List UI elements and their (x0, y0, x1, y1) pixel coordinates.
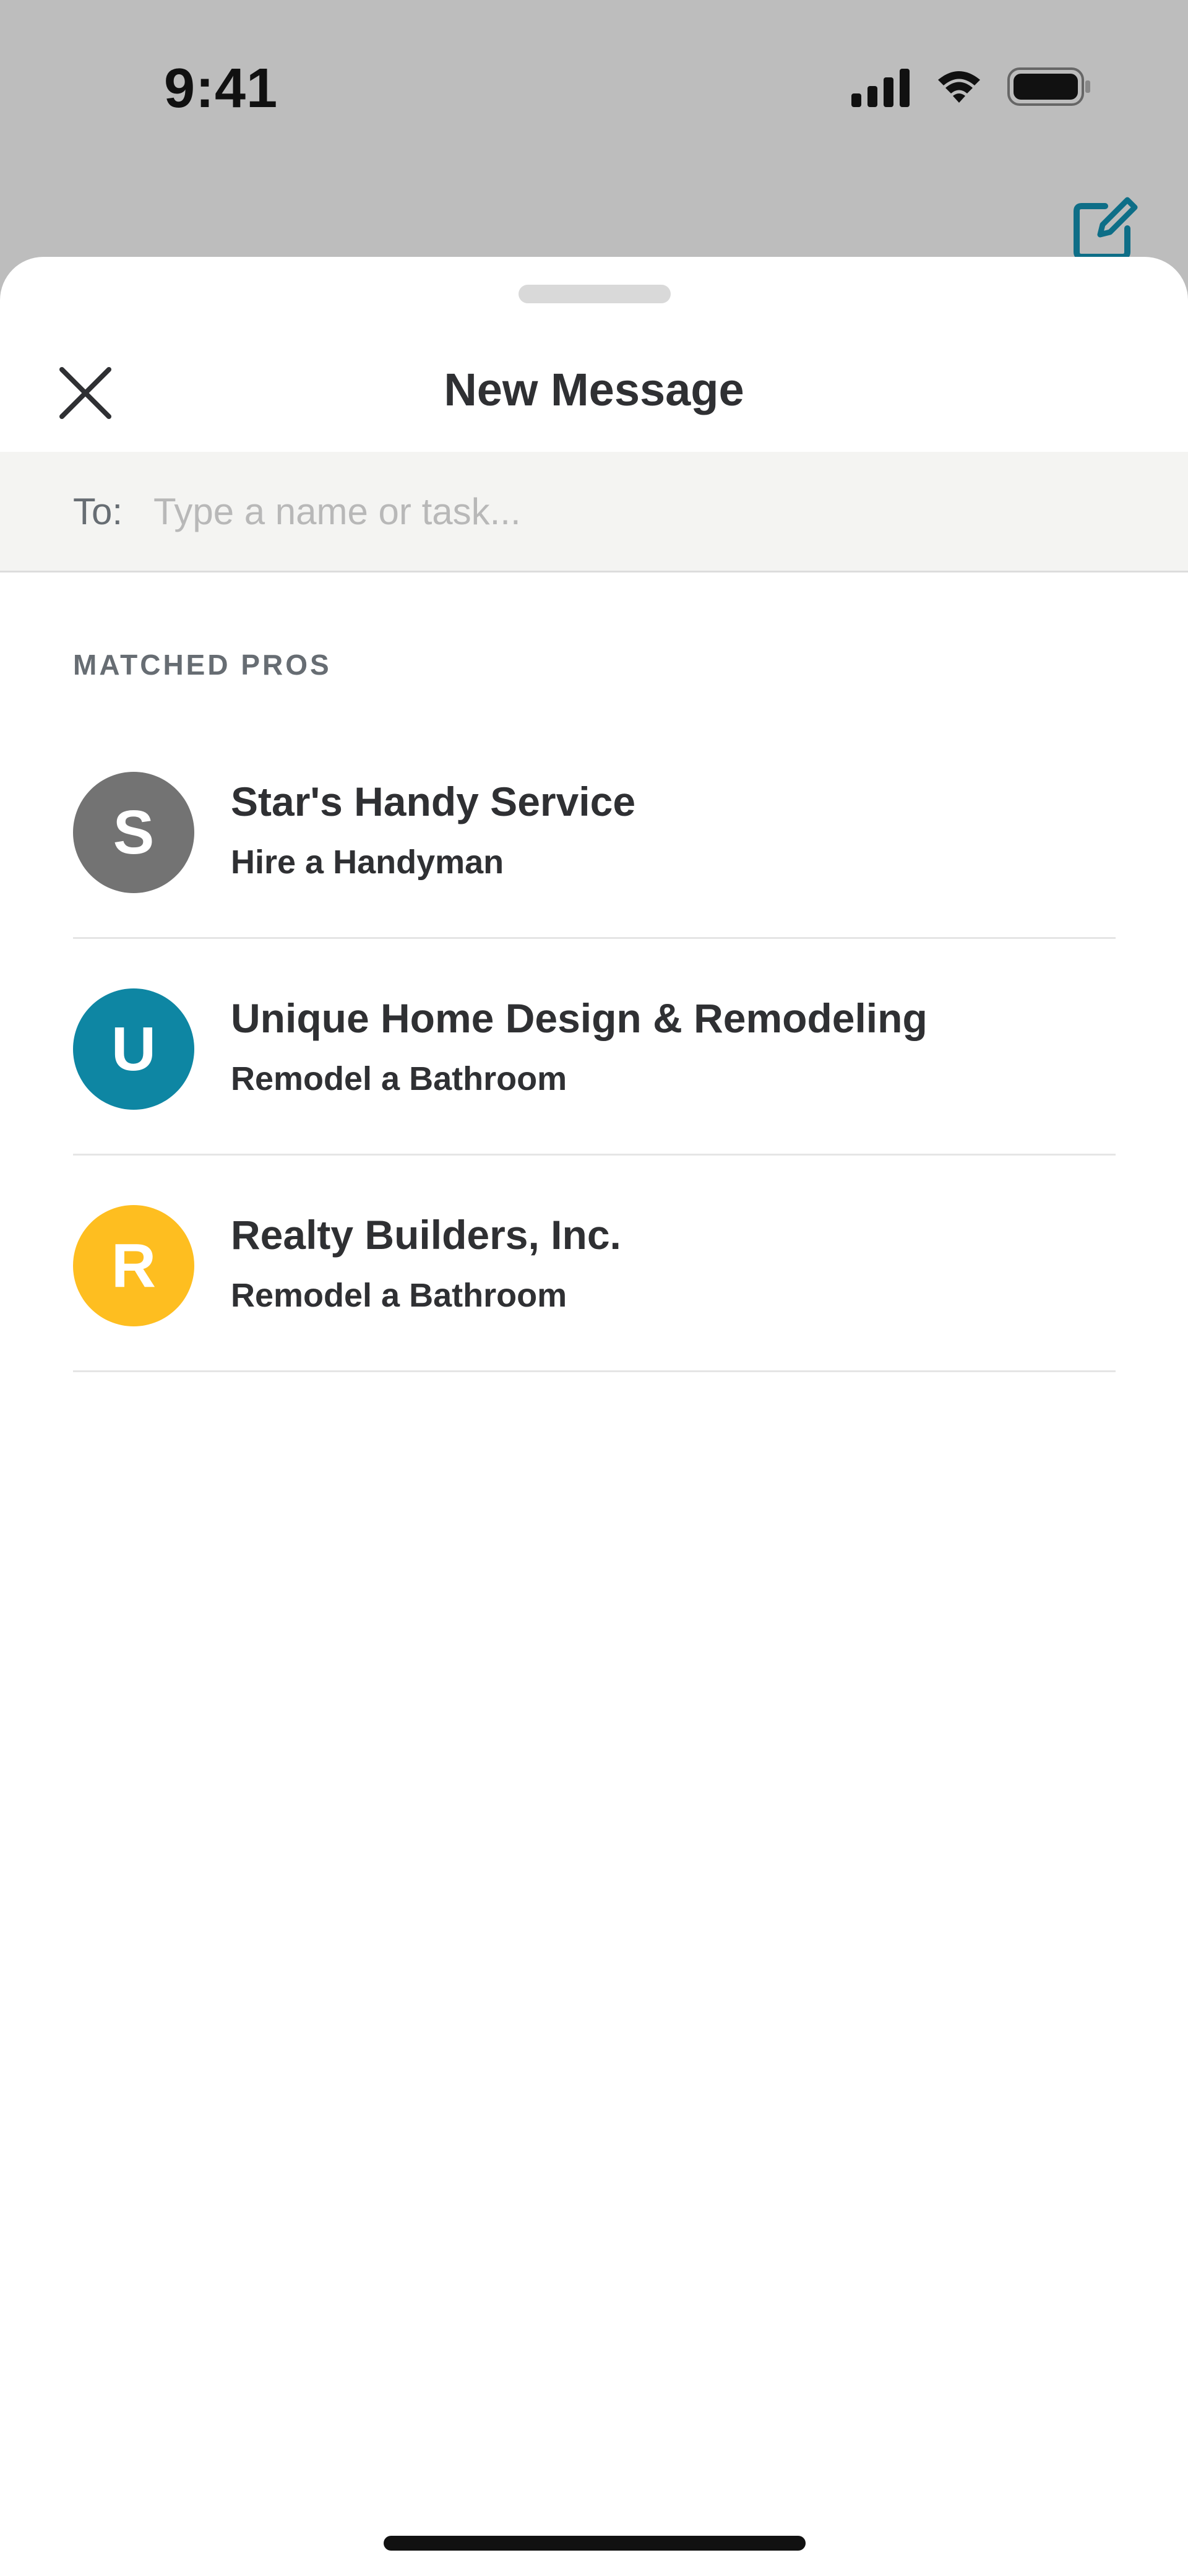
pro-name: Realty Builders, Inc. (231, 1212, 621, 1258)
pro-list-item[interactable]: R Realty Builders, Inc. Remodel a Bathro… (73, 1156, 1116, 1372)
cellular-signal-icon (851, 69, 910, 107)
pro-list-item[interactable]: U Unique Home Design & Remodeling Remode… (73, 939, 1116, 1156)
sheet-grabber[interactable] (519, 285, 671, 303)
pro-task: Remodel a Bathroom (231, 1060, 567, 1097)
status-time: 9:41 (164, 58, 278, 119)
wifi-icon (938, 71, 980, 103)
recipient-input[interactable] (153, 474, 1115, 548)
status-bar: 9:41 (0, 0, 1188, 173)
pro-name: Unique Home Design & Remodeling (231, 995, 928, 1041)
status-icons (851, 67, 1090, 107)
recipient-field: To: (0, 452, 1188, 573)
matched-pros-header: MATCHED PROS (73, 649, 332, 681)
compose-button[interactable] (1070, 195, 1138, 263)
pro-task: Remodel a Bathroom (231, 1277, 567, 1314)
sheet-title: New Message (444, 364, 744, 415)
pro-list-item[interactable]: S Star's Handy Service Hire a Handyman (73, 722, 1116, 939)
to-label: To: (73, 490, 123, 532)
pro-task: Hire a Handyman (231, 844, 504, 881)
compose-icon (1074, 197, 1138, 260)
battery-icon (1007, 67, 1090, 106)
new-message-sheet: New Message To: MATCHED PROS S Star's Ha… (0, 257, 1188, 2576)
home-indicator (384, 2536, 806, 2551)
avatar: U (73, 988, 194, 1110)
matched-pros-list: S Star's Handy Service Hire a Handyman U… (73, 722, 1116, 1372)
avatar: S (73, 772, 194, 893)
avatar: R (73, 1205, 194, 1326)
pro-name: Star's Handy Service (231, 779, 636, 824)
